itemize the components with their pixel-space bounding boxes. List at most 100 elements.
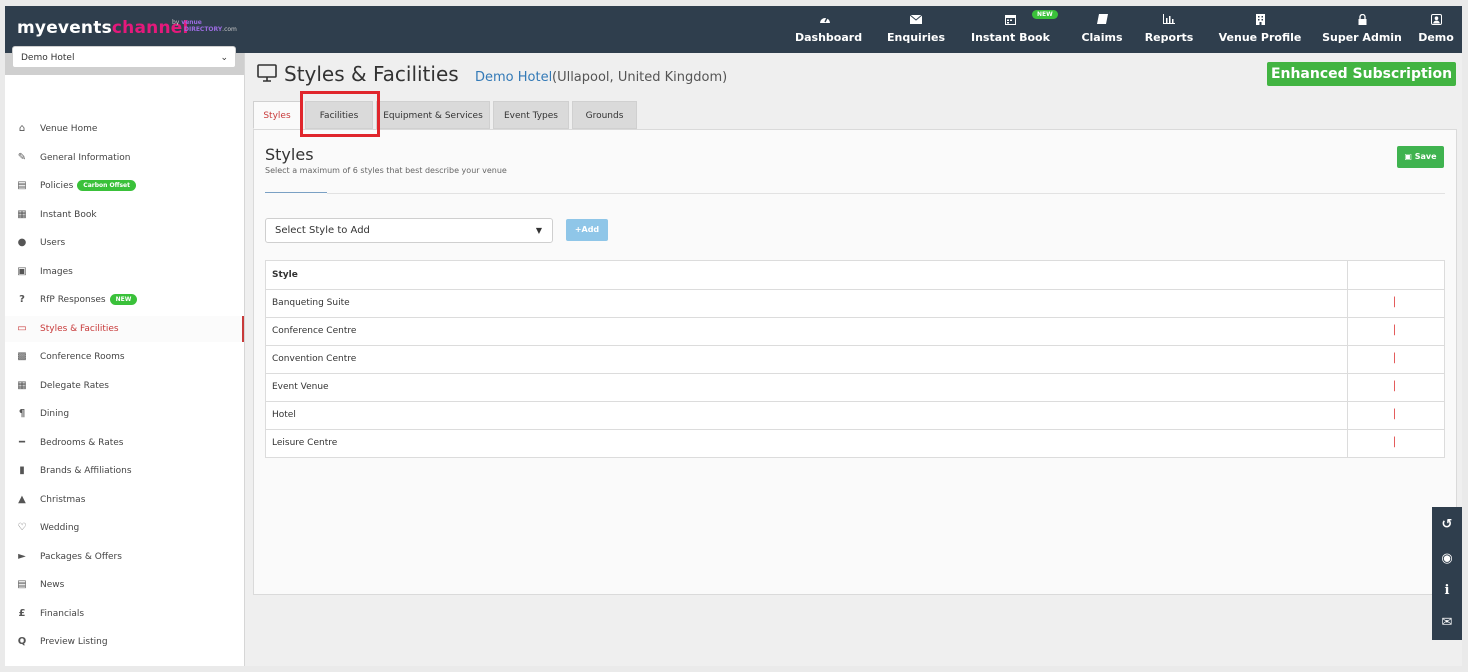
tab-styles[interactable]: Styles [253,101,301,129]
carbon-offset-badge: Carbon Offset [77,180,136,191]
style-name: Banqueting Suite [272,298,350,308]
rfp-new-badge: NEW [109,294,138,305]
document-icon: ▤ [17,180,27,191]
book-icon [1077,14,1127,27]
sidebar-item-christmas[interactable]: ▲ Christmas [5,487,244,513]
tab-equipment-services[interactable]: Equipment & Services [376,101,490,129]
nav-demo-user[interactable]: Demo [1416,14,1456,48]
chevron-down-icon: ⌄ [220,53,228,63]
pound-icon: £ [18,608,26,619]
chat-icon[interactable]: ◉ [1432,551,1462,566]
calculator-icon: ▦ [17,380,27,391]
nav-reports[interactable]: Reports [1141,14,1197,48]
trash-icon[interactable]: ▕ [1388,290,1395,317]
style-name: Convention Centre [272,354,357,364]
sidebar-item-financials[interactable]: £ Financials [5,601,244,627]
nav-dashboard[interactable]: Dashboard [795,14,862,48]
sidebar-item-conference-rooms[interactable]: ▩ Conference Rooms [5,344,244,370]
sidebar-item-policies[interactable]: ▤ Policies Carbon Offset [5,173,244,199]
table-row: Convention Centre ▕ [266,346,1444,374]
column-header-style: Style [272,270,298,280]
sidebar-item-brands-affiliations[interactable]: ▮ Brands & Affiliations [5,458,244,484]
save-button[interactable]: ▣ Save [1397,146,1444,168]
sidebar-item-preview-listing[interactable]: Q Preview Listing [5,629,244,655]
cutlery-icon: ¶ [18,408,26,419]
divider [327,193,1445,194]
user-icon [1416,14,1456,27]
app-frame: myeventschannel by venue DIRECTORY.com D… [5,6,1462,666]
brand-name-part1: myevents [17,18,112,38]
heart-icon: ♡ [17,522,27,533]
sidebar-item-instant-book[interactable]: ▦ Instant Book [5,202,244,228]
image-icon: ▣ [17,266,27,277]
sidebar-item-venue-home[interactable]: ⌂ Venue Home [5,116,244,142]
briefcase-icon: ▩ [17,351,27,362]
venue-location: (Ullapool, United Kingdom) [552,70,728,85]
section-heading: Styles [265,145,314,164]
sidebar-item-rfp-responses[interactable]: ? RfP Responses NEW [5,287,244,313]
tab-grounds[interactable]: Grounds [572,101,637,129]
home-icon: ⌂ [18,123,26,134]
nav-enquiries[interactable]: Enquiries [885,14,947,48]
sidebar-item-news[interactable]: ▤ News [5,572,244,598]
tags-icon: ► [18,551,26,562]
sidebar-item-delegate-rates[interactable]: ▦ Delegate Rates [5,373,244,399]
book-icon: ▮ [19,465,25,476]
table-row: Leisure Centre ▕ [266,430,1444,457]
table-row: Banqueting Suite ▕ [266,290,1444,318]
floppy-icon: ▣ [1404,152,1412,161]
table-row: Conference Centre ▕ [266,318,1444,346]
heading-underline [265,192,327,193]
plus-icon: + [574,225,582,234]
brand-logo[interactable]: myeventschannel [17,18,189,38]
style-select[interactable]: Select Style to Add ▼ [265,218,553,243]
history-icon[interactable]: ↺ [1432,517,1462,532]
monitor-icon [257,64,277,86]
nav-claims[interactable]: Claims [1077,14,1127,48]
sidebar-item-users[interactable]: ● Users [5,230,244,256]
trash-icon[interactable]: ▕ [1388,318,1395,345]
instant-book-new-badge: NEW [1032,10,1058,19]
caret-down-icon: ▼ [535,226,542,235]
nav-instant-book[interactable]: Instant Book [971,14,1050,48]
trash-icon[interactable]: ▕ [1388,346,1395,373]
chart-icon [1141,14,1197,27]
style-name: Conference Centre [272,326,357,336]
venue-select[interactable]: Demo Hotel ⌄ [12,46,236,68]
monitor-icon: ▭ [17,323,27,334]
building-icon [1217,14,1303,27]
dashboard-icon [795,14,855,27]
table-row: Event Venue ▕ [266,374,1444,402]
subscription-badge: Enhanced Subscription [1267,62,1456,86]
table-row: Hotel ▕ [266,402,1444,430]
add-style-button[interactable]: +Add [566,219,608,241]
user-icon: ● [17,237,27,248]
section-subheading: Select a maximum of 6 styles that best d… [265,166,507,175]
facilities-tab-highlight [300,91,380,137]
trash-icon[interactable]: ▕ [1388,430,1395,457]
sidebar-item-images[interactable]: ▣ Images [5,259,244,285]
styles-table: Style Banqueting Suite ▕ Conference Cent… [265,260,1445,458]
edit-icon: ✎ [17,152,27,163]
nav-venue-profile[interactable]: Venue Profile [1217,14,1303,48]
tab-event-types[interactable]: Event Types [493,101,569,129]
venue-name-link[interactable]: Demo Hotel [475,70,552,85]
trash-icon[interactable]: ▕ [1388,374,1395,401]
sidebar-item-bedrooms-rates[interactable]: ━ Bedrooms & Rates [5,430,244,456]
sidebar-item-packages-offers[interactable]: ► Packages & Offers [5,544,244,570]
search-icon: Q [17,636,27,647]
nav-super-admin[interactable]: Super Admin [1320,13,1404,48]
sidebar-item-dining[interactable]: ¶ Dining [5,401,244,427]
question-icon: ? [19,294,25,305]
floating-action-bar: ↺ ◉ i ✉ [1432,507,1462,640]
sidebar-item-styles-facilities[interactable]: ▭ Styles & Facilities [5,316,244,342]
mail-icon[interactable]: ✉ [1432,615,1462,630]
info-icon[interactable]: i [1432,583,1462,598]
sidebar-item-general-information[interactable]: ✎ General Information [5,145,244,171]
tree-icon: ▲ [18,494,26,505]
trash-icon[interactable]: ▕ [1388,402,1395,429]
sidebar-item-wedding[interactable]: ♡ Wedding [5,515,244,541]
table-header-row: Style [266,261,1444,290]
bed-icon: ━ [18,437,26,448]
page-title: Styles & Facilities [284,62,459,86]
